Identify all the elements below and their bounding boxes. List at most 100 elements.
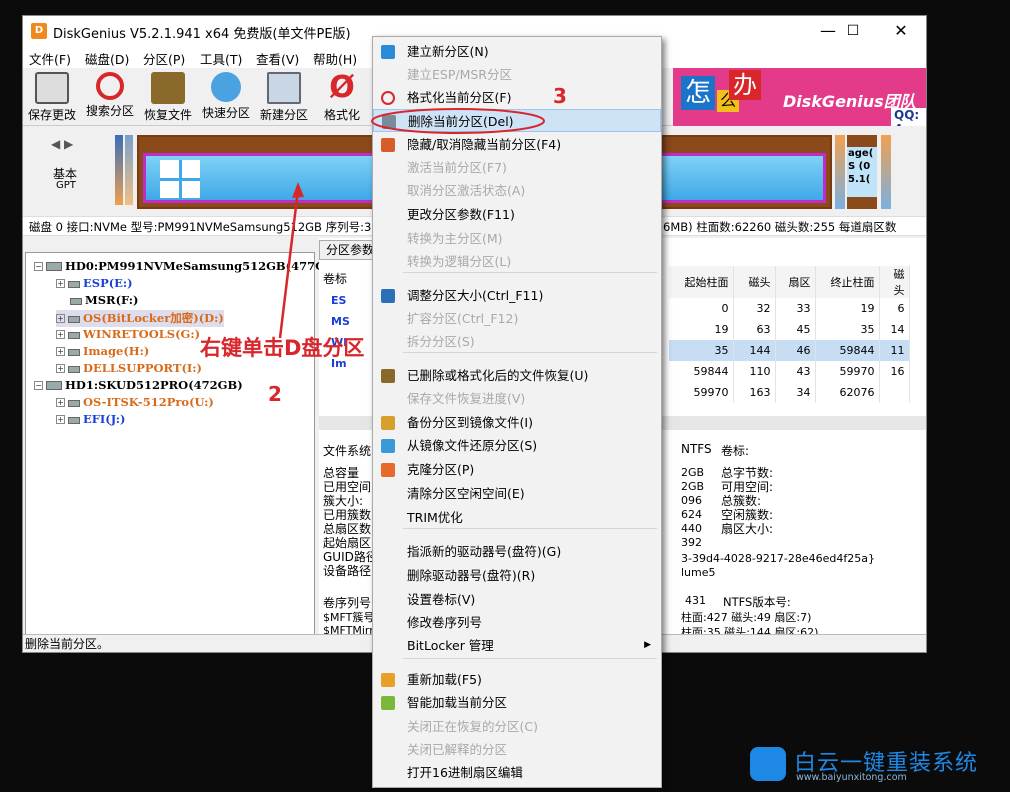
partition-icon (68, 417, 80, 424)
ctx-menu-item[interactable]: 删除驱动器号(盘符)(R) (373, 564, 661, 587)
tree-disk1[interactable]: − HD1:SKUD512PRO(472GB) (34, 378, 243, 395)
ctx-menu-item[interactable]: 设置卷标(V) (373, 588, 661, 611)
ctx-menu-item[interactable]: 格式化当前分区(F) (373, 86, 661, 109)
partition-strip-winretools[interactable] (835, 135, 845, 209)
ctx-menu-item[interactable]: 已删除或格式化后的文件恢复(U) (373, 364, 661, 387)
expand-icon[interactable]: + (56, 347, 65, 356)
ctx-menu-label: 已删除或格式化后的文件恢复(U) (407, 368, 589, 383)
ctx-menu-label: 删除当前分区(Del) (408, 114, 514, 129)
partition-strip-msr[interactable] (125, 135, 133, 205)
ctx-menu-item: 关闭已解释的分区 (373, 738, 661, 761)
recover-files-button[interactable]: 恢复文件 (139, 72, 197, 123)
ctx-menu-item[interactable]: 清除分区空闲空间(E) (373, 482, 661, 505)
tree-partition-msr[interactable]: MSR(F:) (70, 293, 138, 310)
menu-disk[interactable]: 磁盘(D) (85, 49, 129, 68)
format-button[interactable]: Ø 格式化 (313, 72, 371, 123)
ctx-menu-label: 更改分区参数(F11) (407, 207, 515, 222)
tree-partition-efi[interactable]: + EFI(J:) (56, 412, 125, 429)
expand-icon[interactable]: + (56, 364, 65, 373)
expand-icon[interactable]: + (56, 415, 65, 424)
tree-disk0[interactable]: − HD0:PM991NVMeSamsung512GB(477GB) (34, 259, 340, 276)
ctx-menu-item[interactable]: 修改卷序列号 (373, 611, 661, 634)
expand-icon[interactable]: + (56, 314, 65, 323)
ctx-menu-item[interactable]: 重新加载(F5) (373, 668, 661, 691)
col-end-head[interactable]: 磁头 (879, 266, 910, 298)
table-row[interactable]: 0 32 33 19 6 (669, 298, 910, 319)
table-row[interactable]: 19 63 45 35 14 (669, 319, 910, 340)
search-partition-button[interactable]: 搜索分区 (81, 72, 139, 119)
tree-partition-esp[interactable]: + ESP(E:) (56, 276, 133, 293)
new-partition-button[interactable]: 新建分区 (255, 72, 313, 123)
collapse-icon[interactable]: − (34, 262, 43, 271)
ctx-menu-item[interactable]: 智能加载当前分区 (373, 691, 661, 714)
ctx-menu-item[interactable]: 备份分区到镜像文件(I) (373, 411, 661, 434)
table-row-selected[interactable]: 35 144 46 59844 11 (669, 340, 910, 361)
col-end-cyl[interactable]: 终止柱面 (815, 266, 880, 298)
vol-row[interactable]: MS (331, 311, 371, 332)
table-header-row: 起始柱面 磁头 扇区 终止柱面 磁头 (669, 266, 910, 298)
disk-info-right: 6MB) 柱面数:62260 磁头数:255 每道扇区数 (663, 220, 897, 234)
col-start-cyl[interactable]: 起始柱面 (669, 266, 734, 298)
ctx-menu-label: 转换为逻辑分区(L) (407, 254, 512, 269)
ctx-menu-label: 智能加载当前分区 (407, 695, 508, 710)
ctx-menu-item[interactable]: 从镜像文件还原分区(S) (373, 434, 661, 457)
banner-char-1: 怎 (681, 76, 715, 110)
hard-disk-icon (46, 381, 62, 390)
vol-row[interactable]: ES (331, 290, 371, 311)
ctx-menu-item[interactable]: 删除当前分区(Del) (373, 109, 661, 132)
expand-icon[interactable]: + (56, 398, 65, 407)
menu-file[interactable]: 文件(F) (29, 49, 71, 68)
close-button[interactable]: ✕ (886, 20, 916, 42)
ctx-menu-item[interactable]: 隐藏/取消隐藏当前分区(F4) (373, 133, 661, 156)
partition-image[interactable]: age(S (0 5.1( (847, 135, 877, 209)
menu-partition[interactable]: 分区(P) (143, 49, 185, 68)
disk-nav-arrows[interactable]: ◀ ▶ (51, 137, 73, 151)
new-partition-icon (381, 45, 395, 59)
save-changes-button[interactable]: 保存更改 (23, 72, 81, 123)
ctx-menu-label: 拆分分区(S) (407, 334, 475, 349)
banner-char-3: 办 (729, 70, 761, 100)
ctx-menu-item[interactable]: 调整分区大小(Ctrl_F11) (373, 284, 661, 307)
partition-strip-esp[interactable] (115, 135, 123, 205)
resize-icon (381, 289, 395, 303)
tab-partition-params[interactable]: 分区参数 (319, 240, 379, 260)
step-3-marker: 3 (553, 84, 567, 108)
expand-icon[interactable]: + (56, 330, 65, 339)
partition-strip-dellsupport[interactable] (881, 135, 891, 209)
tree-partition-os-u[interactable]: + OS-ITSK-512Pro(U:) (56, 395, 214, 412)
tree-partition-image[interactable]: + Image(H:) (56, 344, 149, 361)
ctx-menu-label: 备份分区到镜像文件(I) (407, 415, 533, 430)
mft-value: 柱面:427 磁头:49 扇区:7) (681, 611, 812, 624)
col-head[interactable]: 磁头 (733, 266, 776, 298)
tree-partition-winretools[interactable]: + WINRETOOLS(G:) (56, 327, 200, 344)
tree-partition-os-d[interactable]: + OS(BitLocker加密)(D:) (56, 310, 224, 327)
expand-icon[interactable]: + (56, 279, 65, 288)
ctx-menu-item[interactable]: 指派新的驱动器号(盘符)(G) (373, 540, 661, 563)
reload-icon (381, 673, 395, 687)
table-row[interactable]: 59844 110 43 59970 16 (669, 361, 910, 382)
ctx-menu-label: 建立ESP/MSR分区 (407, 67, 512, 82)
ctx-menu-item[interactable]: BitLocker 管理 ▶ (373, 634, 661, 657)
ctx-menu-item[interactable]: 克隆分区(P) (373, 458, 661, 481)
menu-tools[interactable]: 工具(T) (200, 49, 242, 68)
ctx-menu-item[interactable]: 建立新分区(N) (373, 40, 661, 63)
fs-value: NTFS (681, 442, 712, 456)
col-sector[interactable]: 扇区 (775, 266, 816, 298)
ctx-menu-item[interactable]: 打开16进制扇区编辑 (373, 761, 661, 784)
format-icon (381, 91, 395, 105)
menu-help[interactable]: 帮助(H) (313, 49, 357, 68)
table-row[interactable]: 59970 163 34 62076 (669, 382, 910, 403)
step-2-marker: 2 (268, 382, 282, 406)
ctx-menu-item[interactable]: TRIM优化 (373, 506, 661, 529)
ctx-menu-item[interactable]: 更改分区参数(F11) (373, 203, 661, 226)
format-label: 格式化 (323, 108, 360, 122)
fs-label: 文件系统 (323, 444, 372, 458)
collapse-icon[interactable]: − (34, 381, 43, 390)
tree-partition-dellsupport[interactable]: + DELLSUPPORT(I:) (56, 361, 202, 378)
quick-partition-button[interactable]: 快速分区 (197, 72, 255, 121)
partition-icon (68, 400, 80, 407)
maximize-button[interactable]: ☐ (838, 20, 868, 42)
windows-icon (160, 160, 200, 198)
detail-labels: 总容量 已用空间 簇大小: 已用簇数 总扇区数 起始扇区 GUID路径 设备路径 (323, 466, 378, 578)
menu-view[interactable]: 查看(V) (256, 49, 299, 68)
